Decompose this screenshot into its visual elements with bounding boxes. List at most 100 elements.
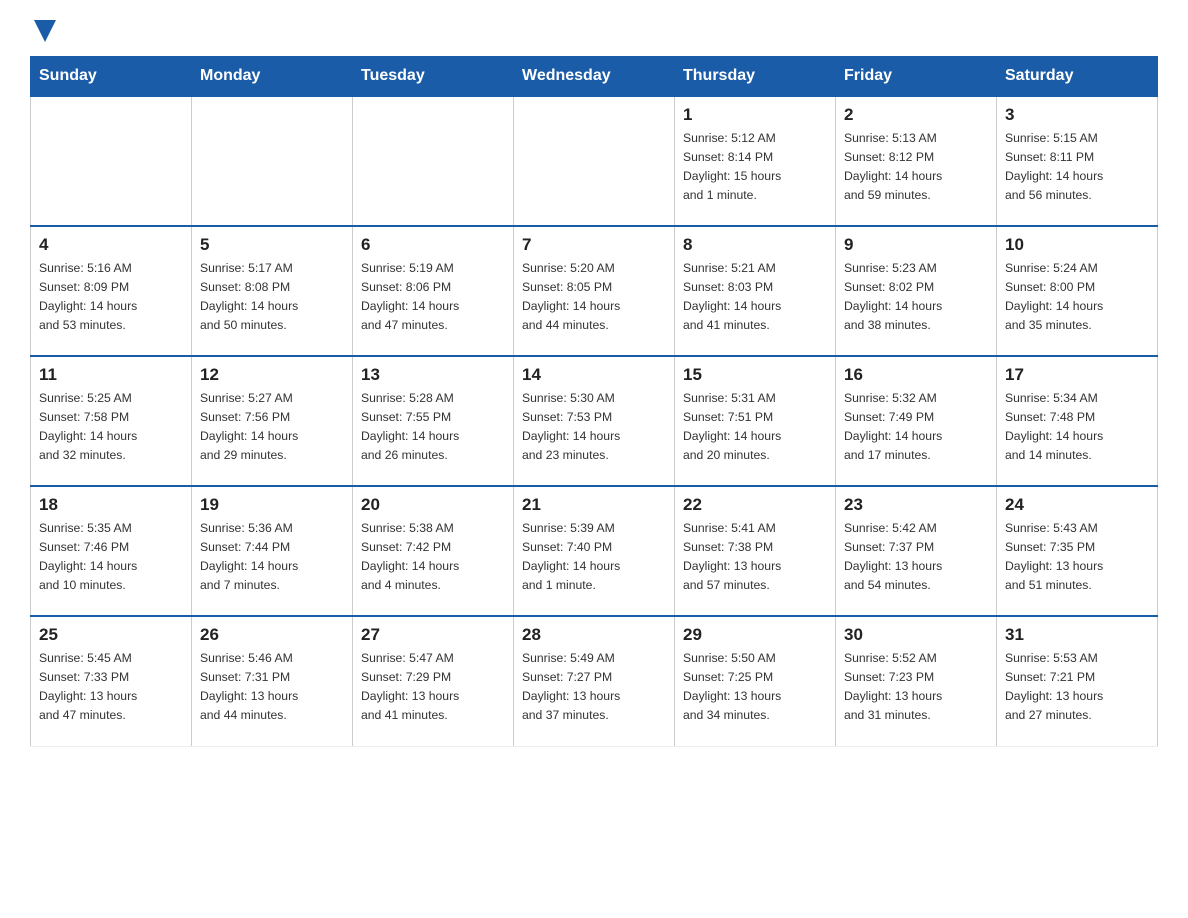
calendar-cell — [192, 96, 353, 226]
calendar-cell: 19 Sunrise: 5:36 AM Sunset: 7:44 PM Dayli… — [192, 486, 353, 616]
calendar-cell: 16 Sunrise: 5:32 AM Sunset: 7:49 PM Dayli… — [836, 356, 997, 486]
day-number: 11 — [39, 365, 183, 385]
calendar-cell: 18Sunrise: 5:35 AM Sunset: 7:46 PM Dayli… — [31, 486, 192, 616]
calendar-cell — [353, 96, 514, 226]
calendar-week-row: 1 Sunrise: 5:12 AM Sunset: 8:14 PM Daylig… — [31, 96, 1158, 226]
day-info: Sunrise: 5:31 AM Sunset: 7:51 PM Dayligh… — [683, 389, 827, 465]
weekday-header-tuesday: Tuesday — [353, 57, 514, 97]
calendar-cell: 27Sunrise: 5:47 AM Sunset: 7:29 PM Dayli… — [353, 616, 514, 746]
calendar-table: SundayMondayTuesdayWednesdayThursdayFrid… — [30, 56, 1158, 747]
calendar-cell: 17 Sunrise: 5:34 AM Sunset: 7:48 PM Dayli… — [997, 356, 1158, 486]
day-info: Sunrise: 5:19 AM Sunset: 8:06 PM Dayligh… — [361, 259, 505, 335]
logo-triangle-icon — [34, 20, 56, 42]
day-number: 2 — [844, 105, 988, 125]
calendar-cell: 8 Sunrise: 5:21 AM Sunset: 8:03 PM Daylig… — [675, 226, 836, 356]
day-info: Sunrise: 5:16 AM Sunset: 8:09 PM Dayligh… — [39, 259, 183, 335]
calendar-cell — [514, 96, 675, 226]
day-info: Sunrise: 5:20 AM Sunset: 8:05 PM Dayligh… — [522, 259, 666, 335]
day-info: Sunrise: 5:39 AM Sunset: 7:40 PM Dayligh… — [522, 519, 666, 595]
day-info: Sunrise: 5:17 AM Sunset: 8:08 PM Dayligh… — [200, 259, 344, 335]
day-info: Sunrise: 5:23 AM Sunset: 8:02 PM Dayligh… — [844, 259, 988, 335]
weekday-header-friday: Friday — [836, 57, 997, 97]
calendar-cell: 2Sunrise: 5:13 AM Sunset: 8:12 PM Daylig… — [836, 96, 997, 226]
day-info: Sunrise: 5:42 AM Sunset: 7:37 PM Dayligh… — [844, 519, 988, 595]
day-number: 14 — [522, 365, 666, 385]
day-number: 18 — [39, 495, 183, 515]
day-number: 27 — [361, 625, 505, 645]
day-info: Sunrise: 5:30 AM Sunset: 7:53 PM Dayligh… — [522, 389, 666, 465]
calendar-cell: 28Sunrise: 5:49 AM Sunset: 7:27 PM Dayli… — [514, 616, 675, 746]
calendar-cell: 15 Sunrise: 5:31 AM Sunset: 7:51 PM Dayli… — [675, 356, 836, 486]
day-number: 6 — [361, 235, 505, 255]
day-number: 29 — [683, 625, 827, 645]
calendar-cell: 9 Sunrise: 5:23 AM Sunset: 8:02 PM Daylig… — [836, 226, 997, 356]
day-number: 19 — [200, 495, 344, 515]
calendar-cell — [31, 96, 192, 226]
day-info: Sunrise: 5:41 AM Sunset: 7:38 PM Dayligh… — [683, 519, 827, 595]
calendar-cell: 24 Sunrise: 5:43 AM Sunset: 7:35 PM Dayli… — [997, 486, 1158, 616]
day-number: 24 — [1005, 495, 1149, 515]
day-number: 12 — [200, 365, 344, 385]
day-number: 10 — [1005, 235, 1149, 255]
day-number: 3 — [1005, 105, 1149, 125]
day-info: Sunrise: 5:34 AM Sunset: 7:48 PM Dayligh… — [1005, 389, 1149, 465]
day-info: Sunrise: 5:50 AM Sunset: 7:25 PM Dayligh… — [683, 649, 827, 725]
calendar-cell: 21 Sunrise: 5:39 AM Sunset: 7:40 PM Dayli… — [514, 486, 675, 616]
logo — [30, 20, 56, 40]
day-number: 5 — [200, 235, 344, 255]
calendar-cell: 13 Sunrise: 5:28 AM Sunset: 7:55 PM Dayli… — [353, 356, 514, 486]
weekday-header-monday: Monday — [192, 57, 353, 97]
day-number: 16 — [844, 365, 988, 385]
day-info: Sunrise: 5:12 AM Sunset: 8:14 PM Dayligh… — [683, 129, 827, 205]
day-number: 13 — [361, 365, 505, 385]
calendar-cell: 12 Sunrise: 5:27 AM Sunset: 7:56 PM Dayli… — [192, 356, 353, 486]
day-info: Sunrise: 5:25 AM Sunset: 7:58 PM Dayligh… — [39, 389, 183, 465]
day-info: Sunrise: 5:46 AM Sunset: 7:31 PM Dayligh… — [200, 649, 344, 725]
day-number: 20 — [361, 495, 505, 515]
day-number: 15 — [683, 365, 827, 385]
day-info: Sunrise: 5:52 AM Sunset: 7:23 PM Dayligh… — [844, 649, 988, 725]
day-number: 22 — [683, 495, 827, 515]
calendar-cell: 20 Sunrise: 5:38 AM Sunset: 7:42 PM Dayli… — [353, 486, 514, 616]
day-number: 21 — [522, 495, 666, 515]
day-info: Sunrise: 5:53 AM Sunset: 7:21 PM Dayligh… — [1005, 649, 1149, 725]
day-number: 1 — [683, 105, 827, 125]
calendar-cell: 26 Sunrise: 5:46 AM Sunset: 7:31 PM Dayli… — [192, 616, 353, 746]
calendar-cell: 7Sunrise: 5:20 AM Sunset: 8:05 PM Daylig… — [514, 226, 675, 356]
calendar-cell: 6 Sunrise: 5:19 AM Sunset: 8:06 PM Daylig… — [353, 226, 514, 356]
day-info: Sunrise: 5:27 AM Sunset: 7:56 PM Dayligh… — [200, 389, 344, 465]
day-number: 23 — [844, 495, 988, 515]
calendar-cell: 1 Sunrise: 5:12 AM Sunset: 8:14 PM Daylig… — [675, 96, 836, 226]
day-number: 9 — [844, 235, 988, 255]
day-info: Sunrise: 5:49 AM Sunset: 7:27 PM Dayligh… — [522, 649, 666, 725]
day-number: 8 — [683, 235, 827, 255]
calendar-cell: 14 Sunrise: 5:30 AM Sunset: 7:53 PM Dayli… — [514, 356, 675, 486]
day-info: Sunrise: 5:32 AM Sunset: 7:49 PM Dayligh… — [844, 389, 988, 465]
day-number: 31 — [1005, 625, 1149, 645]
day-number: 26 — [200, 625, 344, 645]
weekday-header-thursday: Thursday — [675, 57, 836, 97]
calendar-cell: 22 Sunrise: 5:41 AM Sunset: 7:38 PM Dayli… — [675, 486, 836, 616]
calendar-cell: 25Sunrise: 5:45 AM Sunset: 7:33 PM Dayli… — [31, 616, 192, 746]
calendar-cell: 5 Sunrise: 5:17 AM Sunset: 8:08 PM Daylig… — [192, 226, 353, 356]
day-info: Sunrise: 5:28 AM Sunset: 7:55 PM Dayligh… — [361, 389, 505, 465]
calendar-cell: 11 Sunrise: 5:25 AM Sunset: 7:58 PM Dayli… — [31, 356, 192, 486]
calendar-week-row: 11 Sunrise: 5:25 AM Sunset: 7:58 PM Dayli… — [31, 356, 1158, 486]
day-info: Sunrise: 5:15 AM Sunset: 8:11 PM Dayligh… — [1005, 129, 1149, 205]
calendar-cell: 23 Sunrise: 5:42 AM Sunset: 7:37 PM Dayli… — [836, 486, 997, 616]
weekday-header-saturday: Saturday — [997, 57, 1158, 97]
calendar-cell: 31 Sunrise: 5:53 AM Sunset: 7:21 PM Dayli… — [997, 616, 1158, 746]
day-info: Sunrise: 5:45 AM Sunset: 7:33 PM Dayligh… — [39, 649, 183, 725]
day-info: Sunrise: 5:24 AM Sunset: 8:00 PM Dayligh… — [1005, 259, 1149, 335]
calendar-cell: 10 Sunrise: 5:24 AM Sunset: 8:00 PM Dayli… — [997, 226, 1158, 356]
calendar-cell: 3 Sunrise: 5:15 AM Sunset: 8:11 PM Daylig… — [997, 96, 1158, 226]
calendar-week-row: 18Sunrise: 5:35 AM Sunset: 7:46 PM Dayli… — [31, 486, 1158, 616]
day-info: Sunrise: 5:36 AM Sunset: 7:44 PM Dayligh… — [200, 519, 344, 595]
weekday-header-wednesday: Wednesday — [514, 57, 675, 97]
calendar-cell: 30Sunrise: 5:52 AM Sunset: 7:23 PM Dayli… — [836, 616, 997, 746]
calendar-cell: 29 Sunrise: 5:50 AM Sunset: 7:25 PM Dayli… — [675, 616, 836, 746]
day-number: 17 — [1005, 365, 1149, 385]
day-info: Sunrise: 5:43 AM Sunset: 7:35 PM Dayligh… — [1005, 519, 1149, 595]
day-info: Sunrise: 5:38 AM Sunset: 7:42 PM Dayligh… — [361, 519, 505, 595]
day-info: Sunrise: 5:21 AM Sunset: 8:03 PM Dayligh… — [683, 259, 827, 335]
